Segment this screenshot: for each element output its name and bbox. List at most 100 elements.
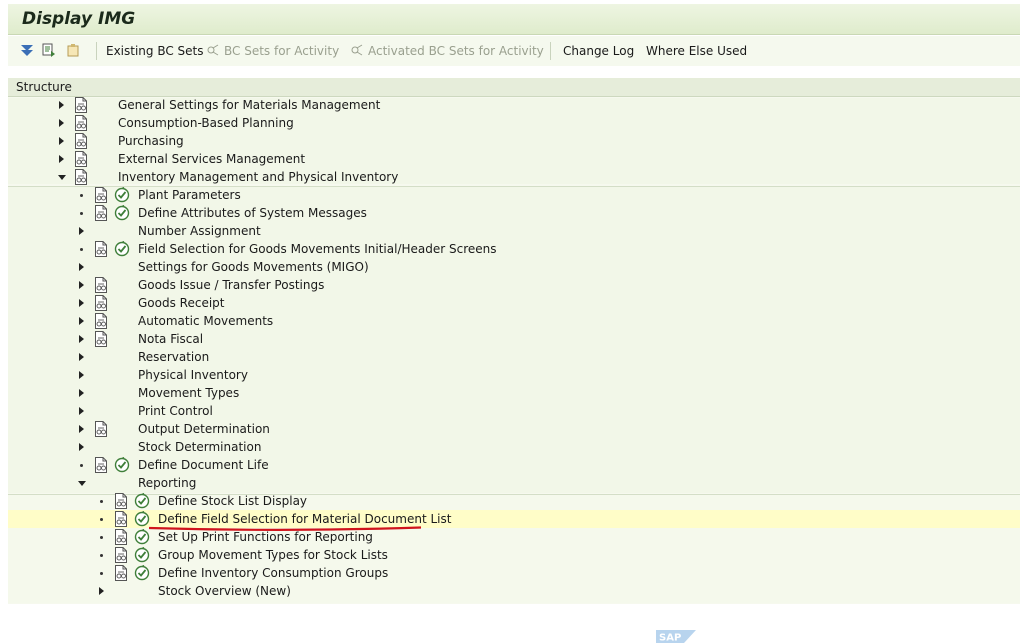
tree-node-label: External Services Management [118, 152, 306, 166]
expand-arrow-icon[interactable] [79, 371, 84, 379]
tree-node[interactable]: Goods Issue / Transfer Postings [8, 276, 1020, 294]
execute-activity-icon[interactable] [114, 187, 130, 203]
documentation-icon[interactable] [94, 205, 108, 221]
expand-arrow-icon[interactable] [79, 281, 84, 289]
tree-node[interactable]: Purchasing [8, 132, 1020, 150]
tree-node[interactable]: Goods Receipt [8, 294, 1020, 312]
documentation-icon[interactable] [114, 565, 128, 581]
documentation-icon[interactable] [94, 331, 108, 347]
sap-logo: SAP [656, 630, 696, 643]
tree-node[interactable]: Stock Overview (New) [8, 582, 1020, 600]
expand-subtree-icon[interactable] [20, 43, 34, 57]
expand-arrow-icon[interactable] [99, 587, 104, 595]
execute-activity-icon[interactable] [114, 205, 130, 221]
documentation-icon[interactable] [74, 97, 88, 113]
execute-activity-icon[interactable] [134, 493, 150, 509]
documentation-icon[interactable] [94, 313, 108, 329]
leaf-bullet [100, 500, 103, 503]
tree-node[interactable]: Define Attributes of System Messages [8, 204, 1020, 222]
documentation-icon[interactable] [94, 277, 108, 293]
documentation-icon[interactable] [114, 511, 128, 527]
leaf-bullet [80, 248, 83, 251]
tree-node[interactable]: Physical Inventory [8, 366, 1020, 384]
tree-node[interactable]: Define Stock List Display [8, 492, 1020, 510]
tree-node[interactable]: Output Determination [8, 420, 1020, 438]
collapse-arrow-icon[interactable] [58, 175, 66, 180]
expand-arrow-icon[interactable] [59, 119, 64, 127]
execute-activity-icon[interactable] [114, 241, 130, 257]
tree-node-label: Field Selection for Goods Movements Init… [138, 242, 497, 256]
existing-bc-sets-button[interactable]: Existing BC Sets [106, 44, 204, 58]
expand-arrow-icon[interactable] [79, 227, 84, 235]
expand-arrow-icon[interactable] [79, 353, 84, 361]
leaf-bullet [100, 518, 103, 521]
tree-node-label: General Settings for Materials Managemen… [118, 98, 381, 112]
execute-activity-icon[interactable] [134, 565, 150, 581]
documentation-icon[interactable] [114, 529, 128, 545]
tree-node[interactable]: Inventory Management and Physical Invent… [8, 168, 1020, 186]
tree-node[interactable]: Group Movement Types for Stock Lists [8, 546, 1020, 564]
activated-bc-sets-icon [351, 44, 363, 56]
tree-node[interactable]: Print Control [8, 402, 1020, 420]
tree-node[interactable]: Settings for Goods Movements (MIGO) [8, 258, 1020, 276]
expand-arrow-icon[interactable] [79, 425, 84, 433]
documentation-icon[interactable] [114, 493, 128, 509]
documentation-icon[interactable] [74, 151, 88, 167]
tree-node[interactable]: Define Document Life [8, 456, 1020, 474]
red-underline-annotation [148, 526, 422, 531]
bc-sets-for-activity-button[interactable]: BC Sets for Activity [224, 44, 339, 58]
expand-arrow-icon[interactable] [59, 155, 64, 163]
execute-activity-icon[interactable] [134, 511, 150, 527]
tree-node[interactable]: Number Assignment [8, 222, 1020, 240]
execute-activity-icon[interactable] [114, 457, 130, 473]
tree-node[interactable]: Reservation [8, 348, 1020, 366]
tree-node-label: Goods Issue / Transfer Postings [138, 278, 325, 292]
tree-node[interactable]: Consumption-Based Planning [8, 114, 1020, 132]
tree-node[interactable]: Movement Types [8, 384, 1020, 402]
documentation-icon[interactable] [94, 421, 108, 437]
tree-node-label: Settings for Goods Movements (MIGO) [138, 260, 369, 274]
collapse-arrow-icon[interactable] [78, 481, 86, 486]
activated-bc-sets-button[interactable]: Activated BC Sets for Activity [368, 44, 544, 58]
documentation-icon[interactable] [94, 295, 108, 311]
expand-arrow-icon[interactable] [59, 137, 64, 145]
expand-arrow-icon[interactable] [79, 299, 84, 307]
tree-node[interactable]: Plant Parameters [8, 186, 1020, 204]
execute-activity-icon[interactable] [134, 547, 150, 563]
tree-node[interactable]: Nota Fiscal [8, 330, 1020, 348]
collapse-subtree-icon[interactable] [42, 43, 56, 57]
documentation-icon[interactable] [74, 115, 88, 131]
tree-node-label: Number Assignment [138, 224, 261, 238]
expand-arrow-icon[interactable] [79, 263, 84, 271]
tree-node[interactable]: Define Inventory Consumption Groups [8, 564, 1020, 582]
tree-node[interactable]: External Services Management [8, 150, 1020, 168]
tree-node[interactable]: Stock Determination [8, 438, 1020, 456]
tree-node-label: Goods Receipt [138, 296, 225, 310]
documentation-icon[interactable] [74, 133, 88, 149]
documentation-icon[interactable] [74, 169, 88, 185]
where-else-used-button[interactable]: Where Else Used [646, 44, 747, 58]
expand-arrow-icon[interactable] [79, 317, 84, 325]
window-title: Display IMG [22, 9, 136, 29]
tree-node-label: Inventory Management and Physical Invent… [118, 170, 399, 184]
expand-arrow-icon[interactable] [79, 443, 84, 451]
tree-node[interactable]: Automatic Movements [8, 312, 1020, 330]
documentation-icon[interactable] [114, 547, 128, 563]
tree-node[interactable]: Field Selection for Goods Movements Init… [8, 240, 1020, 258]
expand-arrow-icon[interactable] [79, 335, 84, 343]
documentation-icon[interactable] [94, 457, 108, 473]
change-log-button[interactable]: Change Log [563, 44, 634, 58]
tree-node[interactable]: General Settings for Materials Managemen… [8, 96, 1020, 114]
tree-node-label: Define Document Life [138, 458, 269, 472]
leaf-bullet [100, 572, 103, 575]
tree-node-label: Plant Parameters [138, 188, 241, 202]
documentation-icon[interactable] [94, 241, 108, 257]
tree-node-label: Consumption-Based Planning [118, 116, 294, 130]
tree-node[interactable]: Reporting [8, 474, 1020, 492]
documentation-icon[interactable] [94, 187, 108, 203]
expand-arrow-icon[interactable] [59, 101, 64, 109]
expand-arrow-icon[interactable] [79, 389, 84, 397]
structure-header: Structure [8, 78, 1020, 97]
expand-arrow-icon[interactable] [79, 407, 84, 415]
structure-header-label: Structure [16, 80, 72, 94]
